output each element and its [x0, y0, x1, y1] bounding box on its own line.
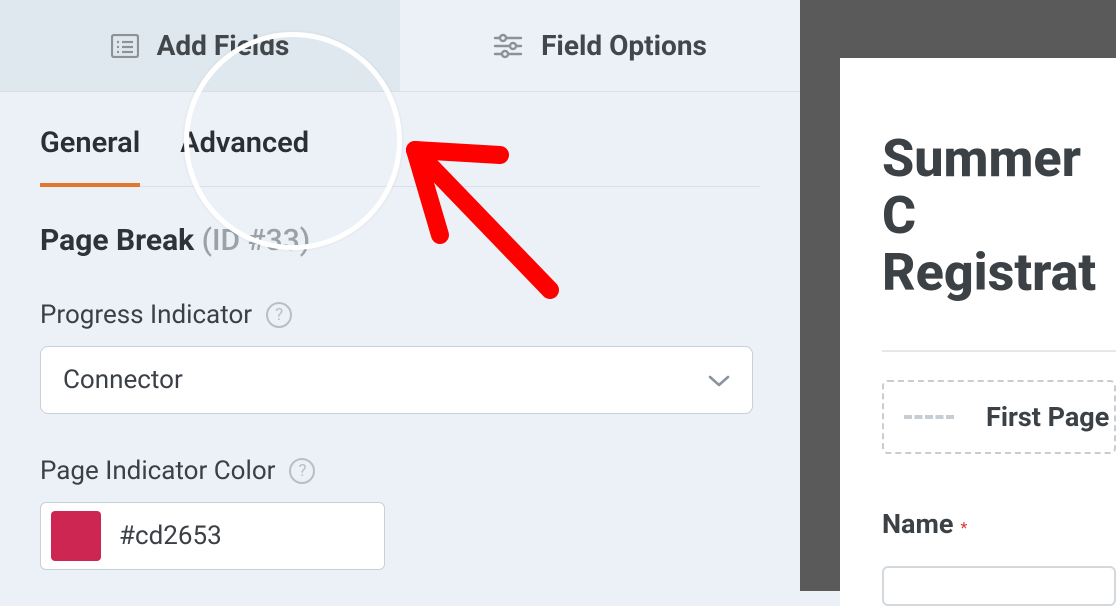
dash-icon [904, 415, 954, 419]
list-icon [111, 34, 139, 58]
form-title: Summer C Registrat [882, 130, 1116, 302]
preview-area: Summer C Registrat First Page Name * [840, 0, 1116, 591]
help-icon[interactable]: ? [289, 458, 315, 484]
help-icon[interactable]: ? [266, 302, 292, 328]
divider [882, 350, 1116, 352]
color-swatch[interactable] [51, 511, 101, 561]
section-title-text: Page Break [40, 223, 194, 258]
page-separator[interactable]: First Page [882, 380, 1116, 454]
section-title: Page Break (ID #33) [40, 223, 760, 258]
tab-add-fields[interactable]: Add Fields [0, 0, 400, 91]
sub-tab-general[interactable]: General [40, 92, 140, 186]
preview-card: Summer C Registrat First Page Name * [840, 58, 1116, 606]
section-id: (ID #33) [202, 223, 311, 258]
sub-tab-advanced-label: Advanced [180, 126, 309, 160]
tab-field-options[interactable]: Field Options [400, 0, 800, 91]
form-title-line2: Registrat [882, 242, 1096, 303]
tab-add-fields-label: Add Fields [157, 29, 290, 62]
preview-gutter [800, 0, 840, 591]
page-separator-label: First Page [986, 401, 1109, 433]
name-input[interactable] [882, 566, 1116, 606]
color-value: #cd2653 [119, 521, 222, 551]
progress-indicator-value: Connector [63, 365, 183, 395]
required-mark: * [960, 518, 967, 537]
page-indicator-color-label: Page Indicator Color [40, 456, 275, 486]
sidebar-panel: Add Fields Field Options [0, 0, 800, 591]
sliders-icon [493, 33, 523, 59]
sub-tabs: General Advanced [40, 92, 760, 187]
sub-tab-general-label: General [40, 126, 140, 160]
tab-field-options-label: Field Options [541, 29, 707, 62]
top-tabs: Add Fields Field Options [0, 0, 800, 92]
page-indicator-color-input[interactable]: #cd2653 [40, 502, 385, 570]
progress-indicator-select[interactable]: Connector [40, 346, 753, 414]
form-title-line1: Summer C [882, 128, 1081, 246]
name-field-label: Name [882, 508, 953, 540]
progress-indicator-label: Progress Indicator [40, 300, 252, 330]
sub-tab-advanced[interactable]: Advanced [180, 92, 309, 186]
chevron-down-icon [708, 365, 730, 395]
